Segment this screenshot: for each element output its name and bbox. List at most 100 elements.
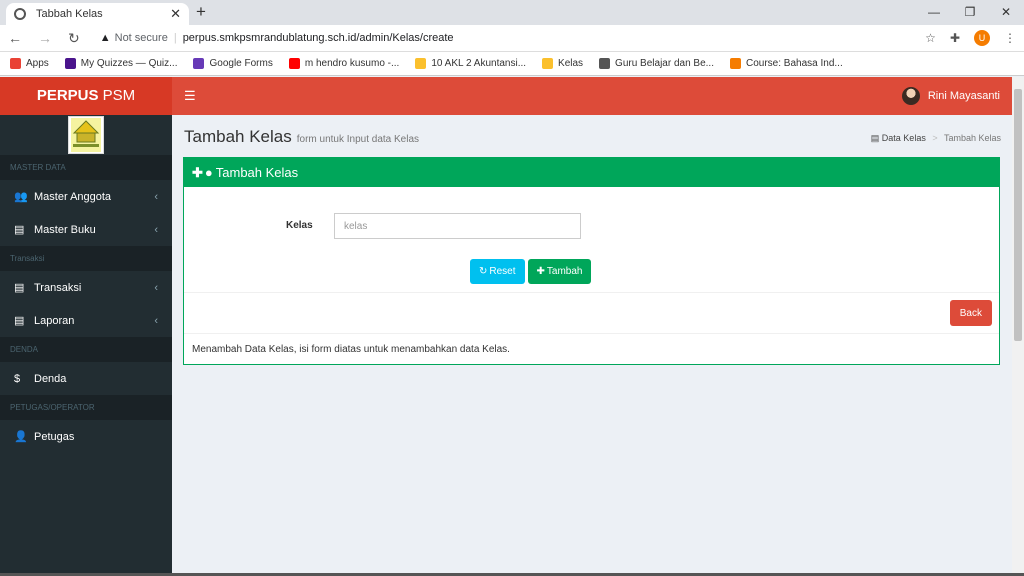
sidebar-header: DENDA: [0, 337, 172, 362]
form-box-title: Tambah Kelas: [215, 165, 299, 180]
bookmarks-bar: Apps My Quizzes — Quiz... Google Forms m he…: [0, 52, 1024, 76]
sidebar-item[interactable]: 👤 Petugas: [0, 420, 172, 453]
close-window-icon[interactable]: ✕: [988, 0, 1024, 25]
chevron-left-icon: ‹: [154, 314, 158, 327]
user-name: Rini Mayasanti: [927, 90, 1000, 102]
bookmark-icon: [193, 58, 205, 69]
url-input[interactable]: ▲ Not secure | perpus.smkpsmrandublatung…: [96, 28, 925, 48]
breadcrumb-current: Tambah Kelas: [943, 133, 1001, 143]
back-button[interactable]: Back: [949, 300, 992, 326]
bookmark-label: Kelas: [558, 58, 584, 69]
bookmark-item[interactable]: Google Forms: [193, 58, 273, 69]
bookmark-item[interactable]: Course: Bahasa Ind...: [730, 58, 843, 69]
app-logo[interactable]: PERPUS PSM: [0, 77, 172, 115]
scrollbar[interactable]: [1012, 77, 1024, 576]
scrollbar-thumb[interactable]: [1014, 89, 1022, 341]
app: PERPUS PSM ☰ Rini Mayasanti MASTER DATA 👥…: [0, 77, 1024, 576]
sidebar-header: MASTER DATA: [0, 155, 172, 180]
bookmark-icon: [288, 58, 300, 69]
divider: [184, 333, 999, 334]
sidebar-item[interactable]: ▤ Master Buku ‹: [0, 213, 172, 246]
sidebar-item[interactable]: ▤ Laporan ‹: [0, 304, 172, 337]
bookmark-item[interactable]: 10 AKL 2 Akuntansi...: [415, 58, 526, 69]
form-box: ✚ ● Tambah Kelas Kelas ↻Reset ✚Tambah Ba…: [183, 157, 1000, 365]
security-label: Not secure: [114, 32, 168, 44]
page-title-text: Tambah Kelas: [184, 127, 292, 146]
form-footer-text: Menambah Data Kelas, isi form diatas unt…: [192, 344, 510, 355]
new-tab-button[interactable]: +: [196, 2, 206, 22]
chevron-left-icon: ‹: [154, 281, 158, 294]
sidebar-item[interactable]: $ Denda: [0, 362, 172, 395]
plus-icon: ✚: [536, 266, 545, 277]
kelas-label: Kelas: [286, 220, 313, 231]
star-icon[interactable]: ☆: [925, 31, 936, 45]
hamburger-icon[interactable]: ☰: [184, 88, 196, 104]
window-controls: — ❐ ✕: [916, 0, 1024, 25]
sidebar-item[interactable]: ▤ Transaksi ‹: [0, 271, 172, 304]
url-text: perpus.smkpsmrandublatung.sch.id/admin/K…: [182, 32, 454, 44]
bookmark-icon: [542, 58, 554, 69]
chevron-left-icon: ‹: [154, 190, 158, 203]
refresh-icon: ↻: [479, 266, 488, 277]
bookmark-icon: [599, 58, 611, 69]
browser-tab[interactable]: Tabbah Kelas ✕: [6, 3, 189, 25]
bookmark-item[interactable]: m hendro kusumo -...: [288, 58, 400, 69]
tambah-button[interactable]: ✚ Tambah: [527, 259, 592, 284]
top-navbar: ☰ Rini Mayasanti: [172, 77, 1012, 115]
content-area: Tambah Kelas form untuk Input data Kelas …: [172, 115, 1012, 576]
bookmark-item[interactable]: My Quizzes — Quiz...: [64, 58, 178, 69]
bookmark-icon: [730, 58, 741, 69]
minimize-icon[interactable]: —: [916, 0, 952, 25]
sidebar-item[interactable]: 👥 Master Anggota ‹: [0, 180, 172, 213]
browser-tab-strip: Tabbah Kelas ✕ + — ❐ ✕: [0, 0, 1024, 25]
breadcrumb-separator: >: [932, 133, 938, 143]
globe-icon: [14, 8, 26, 20]
warning-icon: ▲: [99, 32, 111, 44]
bookmark-label: 10 AKL 2 Akuntansi...: [431, 58, 527, 69]
bookmark-item[interactable]: Guru Belajar dan Be...: [599, 58, 714, 69]
restore-icon[interactable]: ❐: [952, 0, 988, 25]
bookmark-label: Apps: [26, 58, 49, 69]
close-tab-icon[interactable]: ✕: [170, 6, 181, 22]
sidebar-item-label: Laporan: [34, 314, 75, 327]
book-icon: ▤: [14, 315, 25, 327]
forward-arrow-icon[interactable]: →: [38, 30, 52, 46]
school-logo: [0, 115, 172, 155]
back-arrow-icon[interactable]: ←: [8, 30, 22, 46]
bookmark-item[interactable]: Apps: [10, 58, 49, 69]
breadcrumb-data-kelas[interactable]: Data Kelas: [882, 133, 926, 143]
chevron-left-icon: ‹: [154, 223, 158, 236]
form-buttons: ↻ Reset ✚ Tambah: [470, 259, 592, 284]
bookmark-label: My Quizzes — Quiz...: [80, 58, 178, 69]
reset-button[interactable]: ↻ Reset: [470, 259, 525, 284]
divider: |: [173, 32, 177, 44]
page-title: Tambah Kelas form untuk Input data Kelas: [184, 127, 419, 147]
divider: [184, 292, 999, 293]
avatar: [901, 87, 920, 105]
sidebar-item-label: Transaksi: [34, 281, 82, 294]
reload-icon[interactable]: ↻: [68, 30, 80, 47]
bookmark-label: m hendro kusumo -...: [304, 58, 400, 69]
reset-label: Reset: [489, 266, 516, 277]
bookmark-item[interactable]: Kelas: [542, 58, 583, 69]
form-box-header: ✚ ● Tambah Kelas: [184, 158, 999, 187]
plus-icon: ✚: [192, 164, 203, 180]
user-plus-icon: 👤: [14, 431, 28, 443]
sidebar-header: PETUGAS/OPERATOR: [0, 395, 172, 420]
extensions-icon[interactable]: ✚: [950, 31, 960, 45]
book-icon: ▤: [14, 224, 25, 236]
sidebar-header: Transaksi: [0, 246, 172, 271]
bookmark-label: Guru Belajar dan Be...: [615, 58, 714, 69]
kelas-input[interactable]: [334, 213, 581, 239]
bookmark-icon: [415, 58, 427, 69]
tab-title: Tabbah Kelas: [36, 8, 103, 20]
book-icon: ▤: [14, 282, 25, 294]
sidebar: MASTER DATA 👥 Master Anggota ‹ ▤ Master Buku ‹…: [0, 115, 172, 576]
sidebar-item-label: Master Buku: [34, 223, 96, 236]
globe-icon: ●: [204, 165, 213, 180]
user-menu[interactable]: Rini Mayasanti: [901, 87, 1000, 105]
menu-dots-icon[interactable]: ⋮: [1004, 31, 1016, 45]
bookmark-icon: [64, 58, 76, 69]
bookmark-label: Google Forms: [209, 58, 273, 69]
profile-avatar[interactable]: U: [974, 30, 990, 46]
